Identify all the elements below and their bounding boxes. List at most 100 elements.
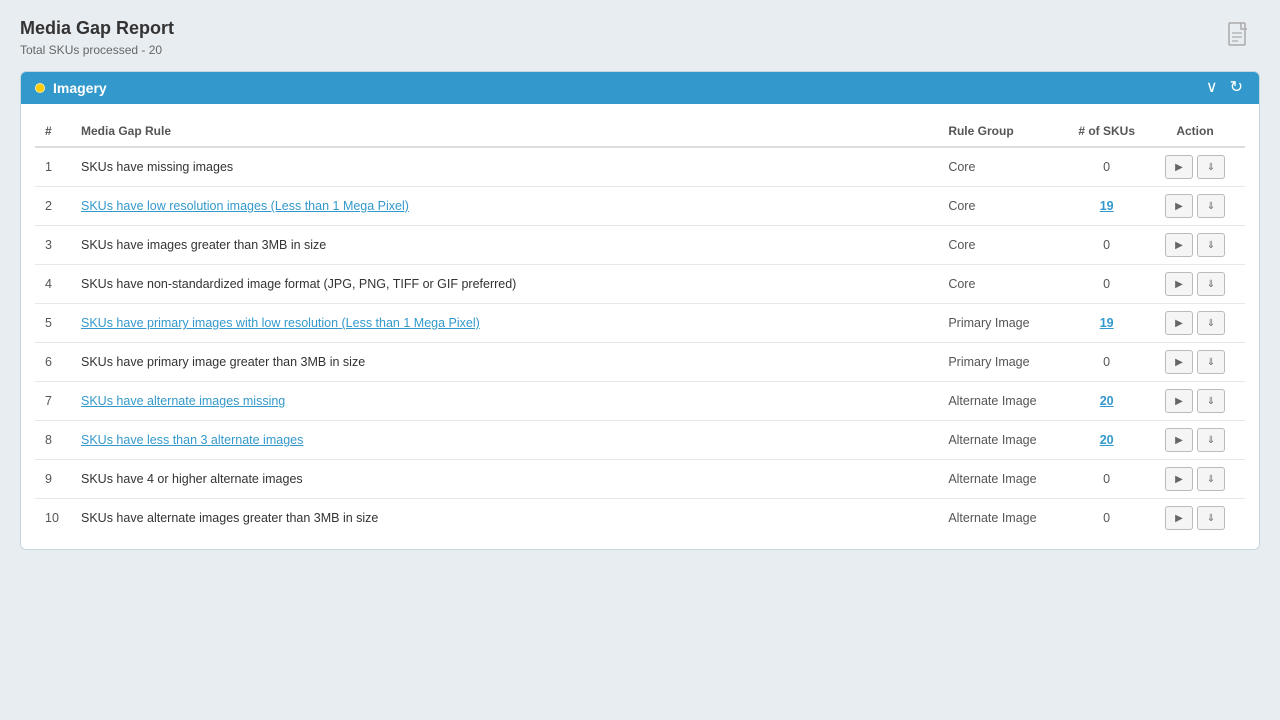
download-button[interactable]: ⇓ xyxy=(1197,194,1225,218)
row-num: 5 xyxy=(35,304,71,343)
section-header-left: Imagery xyxy=(35,80,107,96)
row-skus-count: 0 xyxy=(1068,499,1145,538)
row-actions: ▶⇓ xyxy=(1145,382,1245,421)
table-wrapper: # Media Gap Rule Rule Group # of SKUs Ac… xyxy=(21,104,1259,549)
play-button[interactable]: ▶ xyxy=(1165,311,1193,335)
row-skus-count[interactable]: 19 xyxy=(1068,304,1145,343)
row-group: Core xyxy=(938,147,1068,187)
row-skus-count: 0 xyxy=(1068,226,1145,265)
action-buttons-group: ▶⇓ xyxy=(1155,467,1235,491)
row-skus-count: 0 xyxy=(1068,265,1145,304)
row-rule: SKUs have images greater than 3MB in siz… xyxy=(71,226,938,265)
table-row: 9SKUs have 4 or higher alternate imagesA… xyxy=(35,460,1245,499)
rule-link[interactable]: SKUs have less than 3 alternate images xyxy=(81,433,303,447)
row-num: 1 xyxy=(35,147,71,187)
play-button[interactable]: ▶ xyxy=(1165,155,1193,179)
rule-link[interactable]: SKUs have primary images with low resolu… xyxy=(81,316,480,330)
table-row: 7SKUs have alternate images missingAlter… xyxy=(35,382,1245,421)
row-num: 8 xyxy=(35,421,71,460)
play-button[interactable]: ▶ xyxy=(1165,428,1193,452)
row-rule: SKUs have 4 or higher alternate images xyxy=(71,460,938,499)
row-rule: SKUs have less than 3 alternate images xyxy=(71,421,938,460)
sku-count-link[interactable]: 19 xyxy=(1100,316,1114,330)
col-header-action: Action xyxy=(1145,116,1245,147)
action-buttons-group: ▶⇓ xyxy=(1155,350,1235,374)
download-button[interactable]: ⇓ xyxy=(1197,467,1225,491)
play-button[interactable]: ▶ xyxy=(1165,233,1193,257)
download-button[interactable]: ⇓ xyxy=(1197,233,1225,257)
row-actions: ▶⇓ xyxy=(1145,187,1245,226)
row-group: Core xyxy=(938,226,1068,265)
table-row: 8SKUs have less than 3 alternate imagesA… xyxy=(35,421,1245,460)
play-button[interactable]: ▶ xyxy=(1165,389,1193,413)
table-row: 2SKUs have low resolution images (Less t… xyxy=(35,187,1245,226)
table-row: 1SKUs have missing imagesCore0▶⇓ xyxy=(35,147,1245,187)
row-actions: ▶⇓ xyxy=(1145,304,1245,343)
row-actions: ▶⇓ xyxy=(1145,499,1245,538)
section-status-dot xyxy=(35,83,45,93)
imagery-section: Imagery ∨ ↻ # Media Gap Rule Rule Group … xyxy=(20,71,1260,550)
row-num: 9 xyxy=(35,460,71,499)
play-button[interactable]: ▶ xyxy=(1165,194,1193,218)
sku-count-link[interactable]: 19 xyxy=(1100,199,1114,213)
row-group: Alternate Image xyxy=(938,499,1068,538)
col-header-skus: # of SKUs xyxy=(1068,116,1145,147)
refresh-button[interactable]: ↻ xyxy=(1228,80,1245,96)
row-num: 4 xyxy=(35,265,71,304)
section-title: Imagery xyxy=(53,80,107,96)
download-button[interactable]: ⇓ xyxy=(1197,311,1225,335)
table-body: 1SKUs have missing imagesCore0▶⇓2SKUs ha… xyxy=(35,147,1245,537)
row-skus-count: 0 xyxy=(1068,460,1145,499)
row-num: 6 xyxy=(35,343,71,382)
row-skus-count[interactable]: 20 xyxy=(1068,382,1145,421)
row-rule: SKUs have non-standardized image format … xyxy=(71,265,938,304)
row-num: 7 xyxy=(35,382,71,421)
row-skus-count[interactable]: 19 xyxy=(1068,187,1145,226)
play-button[interactable]: ▶ xyxy=(1165,506,1193,530)
rule-link[interactable]: SKUs have low resolution images (Less th… xyxy=(81,199,409,213)
table-row: 3SKUs have images greater than 3MB in si… xyxy=(35,226,1245,265)
col-header-rule: Media Gap Rule xyxy=(71,116,938,147)
row-group: Core xyxy=(938,187,1068,226)
action-buttons-group: ▶⇓ xyxy=(1155,272,1235,296)
row-skus-count[interactable]: 20 xyxy=(1068,421,1145,460)
row-num: 3 xyxy=(35,226,71,265)
row-actions: ▶⇓ xyxy=(1145,147,1245,187)
download-button[interactable]: ⇓ xyxy=(1197,389,1225,413)
export-icon[interactable] xyxy=(1228,22,1250,54)
action-buttons-group: ▶⇓ xyxy=(1155,506,1235,530)
table-row: 5 SKUs have primary images with low resol… xyxy=(35,304,1245,343)
action-buttons-group: ▶⇓ xyxy=(1155,233,1235,257)
page-title: Media Gap Report xyxy=(20,18,1260,39)
table-row: 10SKUs have alternate images greater tha… xyxy=(35,499,1245,538)
media-gap-table: # Media Gap Rule Rule Group # of SKUs Ac… xyxy=(35,116,1245,537)
play-button[interactable]: ▶ xyxy=(1165,272,1193,296)
sku-count-link[interactable]: 20 xyxy=(1100,433,1114,447)
row-group: Core xyxy=(938,265,1068,304)
action-buttons-group: ▶⇓ xyxy=(1155,311,1235,335)
play-button[interactable]: ▶ xyxy=(1165,350,1193,374)
download-button[interactable]: ⇓ xyxy=(1197,155,1225,179)
download-button[interactable]: ⇓ xyxy=(1197,350,1225,374)
download-button[interactable]: ⇓ xyxy=(1197,506,1225,530)
row-num: 10 xyxy=(35,499,71,538)
row-rule: SKUs have low resolution images (Less th… xyxy=(71,187,938,226)
play-button[interactable]: ▶ xyxy=(1165,467,1193,491)
row-actions: ▶⇓ xyxy=(1145,460,1245,499)
download-button[interactable]: ⇓ xyxy=(1197,428,1225,452)
action-buttons-group: ▶⇓ xyxy=(1155,389,1235,413)
action-buttons-group: ▶⇓ xyxy=(1155,155,1235,179)
row-rule: SKUs have missing images xyxy=(71,147,938,187)
action-buttons-group: ▶⇓ xyxy=(1155,194,1235,218)
sku-count-link[interactable]: 20 xyxy=(1100,394,1114,408)
page-wrapper: Media Gap Report Total SKUs processed - … xyxy=(0,0,1280,568)
table-header-row: # Media Gap Rule Rule Group # of SKUs Ac… xyxy=(35,116,1245,147)
row-rule: SKUs have primary images with low resolu… xyxy=(71,304,938,343)
collapse-button[interactable]: ∨ xyxy=(1204,80,1220,96)
row-group: Alternate Image xyxy=(938,460,1068,499)
row-actions: ▶⇓ xyxy=(1145,265,1245,304)
page-subtitle: Total SKUs processed - 20 xyxy=(20,43,1260,57)
download-button[interactable]: ⇓ xyxy=(1197,272,1225,296)
rule-link[interactable]: SKUs have alternate images missing xyxy=(81,394,285,408)
col-header-group: Rule Group xyxy=(938,116,1068,147)
